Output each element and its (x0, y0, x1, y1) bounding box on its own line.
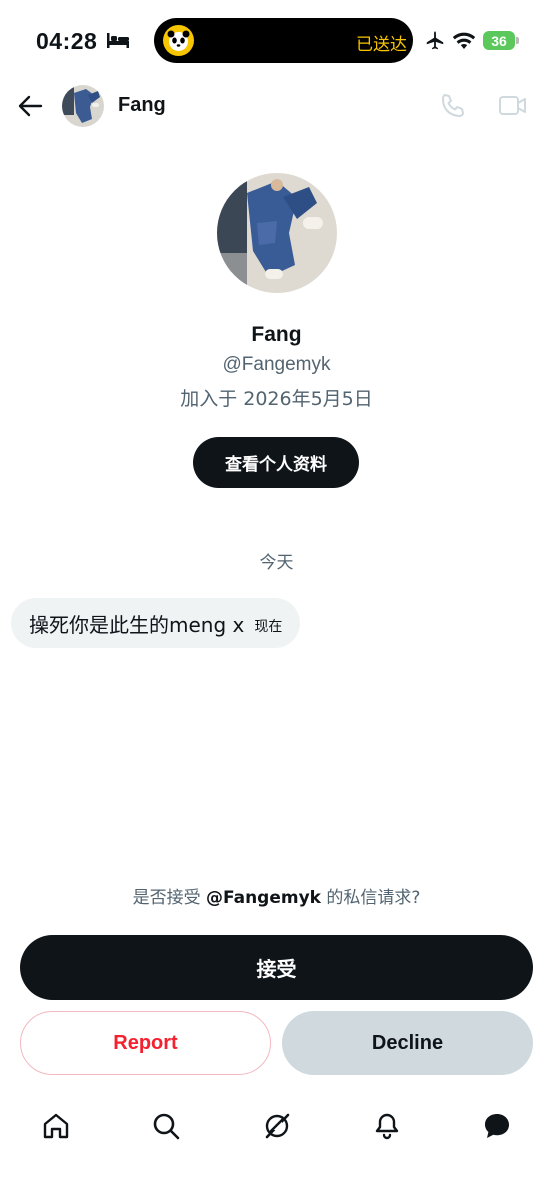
notifications-icon[interactable] (372, 1111, 402, 1141)
view-profile-button[interactable]: 查看个人资料 (193, 437, 359, 488)
island-status-text: 已送达 (356, 35, 407, 55)
phone-call-icon[interactable] (439, 92, 466, 119)
battery-indicator: 36 (483, 31, 515, 50)
video-call-icon[interactable] (498, 93, 528, 118)
status-time: 04:28 (36, 28, 98, 54)
wifi-icon (452, 32, 476, 49)
search-icon[interactable] (151, 1111, 181, 1141)
decline-button[interactable]: Decline (282, 1011, 533, 1075)
message-text: 操死你是此生的meng x (29, 612, 245, 637)
messages-icon[interactable] (482, 1111, 512, 1141)
home-icon[interactable] (41, 1111, 71, 1141)
profile-avatar[interactable] (217, 173, 337, 293)
battery-level: 36 (491, 32, 507, 49)
airplane-mode-icon (426, 31, 444, 50)
profile-joined-date: 加入于 2026年5月5日 (180, 388, 373, 410)
request-prompt-prefix: 是否接受 (132, 888, 206, 908)
accept-button[interactable]: 接受 (20, 935, 533, 1000)
header-name[interactable]: Fang (118, 94, 166, 117)
back-arrow-icon[interactable] (16, 92, 44, 120)
battery-tip (516, 37, 519, 44)
message-request-prompt: 是否接受 @Fangemyk 的私信请求? (0, 883, 553, 908)
header-avatar[interactable] (62, 85, 104, 127)
message-time: 现在 (254, 619, 283, 635)
request-prompt-handle: @Fangemyk (205, 888, 321, 908)
report-button[interactable]: Report (20, 1011, 271, 1075)
message-bubble[interactable]: 操死你是此生的meng x 现在 (11, 598, 301, 648)
panda-app-icon (163, 25, 194, 56)
request-prompt-suffix: 的私信请求? (320, 888, 421, 908)
date-separator: 今天 (259, 553, 294, 573)
profile-handle: @Fangemyk (222, 354, 331, 375)
profile-name: Fang (251, 323, 302, 346)
sleep-focus-icon (107, 33, 129, 48)
grok-icon[interactable] (262, 1111, 292, 1141)
